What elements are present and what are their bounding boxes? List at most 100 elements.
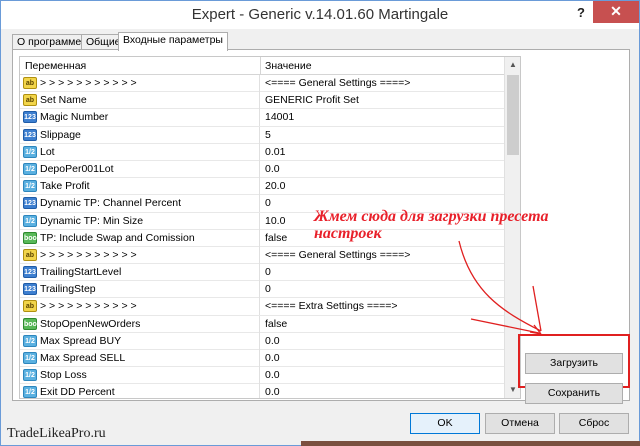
table-row[interactable]: 123 TrailingStep 0 [20, 281, 504, 299]
parameter-name-cell[interactable]: 1/2 Exit DD Percent [20, 384, 260, 399]
table-row[interactable]: ab > > > > > > > > > > > <==== Extra Setti… [20, 298, 504, 316]
save-button[interactable]: Сохранить [525, 383, 623, 404]
parameter-name-cell[interactable]: ab > > > > > > > > > > > [20, 75, 260, 92]
table-row[interactable]: 1/2 DepoPer001Lot 0.0 [20, 160, 504, 179]
string-type-icon: ab [23, 94, 37, 107]
parameter-name: Slippage [40, 128, 81, 141]
annotation-line-1: Жмем сюда для загрузки пресета [314, 208, 549, 225]
parameter-name-cell[interactable]: ab > > > > > > > > > > > [20, 298, 260, 316]
parameter-name: Max Spread BUY [40, 334, 122, 347]
double-type-icon: 1/2 [23, 162, 37, 175]
cancel-button[interactable]: Отмена [485, 413, 555, 434]
table-row[interactable]: 1/2 Exit DD Percent 0.0 [20, 384, 504, 399]
parameter-value-cell[interactable]: 0.0 [261, 384, 504, 398]
parameter-name: Magic Number [40, 111, 109, 124]
parameter-value-cell[interactable]: 0 [261, 264, 504, 281]
parameter-value-cell[interactable]: 0.0 [261, 367, 504, 384]
parameter-value-cell[interactable]: 0.0 [261, 161, 504, 178]
expert-properties-dialog: Expert - Generic v.14.01.60 Martingale ?… [0, 0, 640, 446]
parameter-value-cell[interactable]: <==== Extra Settings ====> [261, 298, 504, 315]
column-header-variable[interactable]: Переменная [25, 60, 86, 72]
table-row[interactable]: 123 TrailingStartLevel 0 [20, 264, 504, 282]
parameter-name: TrailingStep [40, 283, 96, 296]
help-button[interactable]: ? [573, 5, 589, 23]
watermark-text: TradeLikeaPro.ru [7, 426, 106, 441]
parameter-name-cell[interactable]: 123 Magic Number [20, 109, 260, 127]
parameter-name: Exit DD Percent [40, 386, 115, 399]
parameter-name-cell[interactable]: 1/2 DepoPer001Lot [20, 160, 260, 178]
parameter-value-cell[interactable]: 0.0 [261, 333, 504, 350]
table-row[interactable]: ab > > > > > > > > > > > <==== General Set… [20, 246, 504, 265]
reset-button[interactable]: Сброс [559, 413, 629, 434]
double-type-icon: 1/2 [23, 145, 37, 158]
parameter-name-cell[interactable]: 1/2 Lot [20, 143, 260, 161]
parameter-name: > > > > > > > > > > > [40, 77, 137, 89]
parameter-value-cell[interactable]: 0 [261, 281, 504, 298]
table-row[interactable]: 123 Slippage 5 [20, 126, 504, 144]
parameter-value-cell[interactable]: 5 [261, 127, 504, 144]
parameter-name-cell[interactable]: bool StopOpenNewOrders [20, 315, 260, 333]
parameter-name: Take Profit [40, 180, 90, 193]
grid-header: Переменная Значение [20, 57, 504, 75]
table-row[interactable]: 123 Magic Number 14001 [20, 109, 504, 127]
parameter-name-cell[interactable]: 1/2 Dynamic TP: Min Size [20, 212, 260, 230]
table-row[interactable]: bool StopOpenNewOrders false [20, 315, 504, 333]
double-type-icon: 1/2 [23, 352, 37, 364]
table-row[interactable]: 1/2 Max Spread SELL 0.0 [20, 350, 504, 368]
table-row[interactable]: 1/2 Stop Loss 0.0 [20, 367, 504, 385]
tab-inputs[interactable]: Входные параметры [118, 32, 228, 51]
annotation-text: Жмем сюда для загрузки пресета настроек [314, 208, 634, 242]
title-bar[interactable]: Expert - Generic v.14.01.60 Martingale ?… [1, 1, 639, 29]
parameter-name-cell[interactable]: ab Set Name [20, 92, 260, 110]
integer-type-icon: 123 [23, 128, 37, 141]
parameter-value-cell[interactable]: 20.0 [261, 178, 504, 195]
parameter-name-cell[interactable]: 1/2 Max Spread BUY [20, 332, 260, 350]
parameter-value-cell[interactable]: <==== General Settings ====> [261, 75, 504, 92]
parameter-name: Stop Loss [40, 369, 87, 382]
parameter-name-cell[interactable]: 123 TrailingStep [20, 281, 260, 299]
table-row[interactable]: 1/2 Lot 0.01 [20, 143, 504, 161]
parameter-value-cell[interactable]: <==== General Settings ====> [261, 247, 504, 264]
integer-type-icon: 123 [23, 266, 37, 279]
load-button[interactable]: Загрузить [525, 353, 623, 374]
tab-about[interactable]: О программе [12, 34, 87, 50]
parameter-name: > > > > > > > > > > > [40, 300, 137, 313]
parameter-name-cell[interactable]: ab > > > > > > > > > > > [20, 246, 260, 264]
parameter-name: Lot [40, 145, 55, 158]
boolean-type-icon: bool [23, 317, 39, 330]
scroll-thumb[interactable] [507, 75, 519, 155]
integer-type-icon: 123 [23, 197, 37, 210]
ok-button[interactable]: OK [410, 413, 480, 434]
annotation-line-2: настроек [314, 225, 382, 242]
parameter-name-cell[interactable]: bool TP: Include Swap and Comission [20, 229, 260, 247]
column-header-value[interactable]: Значение [265, 60, 312, 72]
integer-type-icon: 123 [23, 111, 37, 124]
table-row[interactable]: ab > > > > > > > > > > > <==== General Set… [20, 75, 504, 93]
parameter-name: TrailingStartLevel [40, 266, 122, 279]
string-type-icon: ab [23, 300, 37, 313]
parameter-name-cell[interactable]: 1/2 Max Spread SELL [20, 350, 260, 367]
parameter-value-cell[interactable]: false [261, 316, 504, 333]
integer-type-icon: 123 [23, 283, 37, 296]
parameter-value-cell[interactable]: 0.01 [261, 144, 504, 161]
scroll-up-arrow-icon[interactable]: ▲ [505, 57, 520, 73]
string-type-icon: ab [23, 77, 37, 89]
double-type-icon: 1/2 [23, 334, 37, 347]
table-row[interactable]: 1/2 Take Profit 20.0 [20, 178, 504, 196]
parameter-name-cell[interactable]: 123 Dynamic TP: Channel Percent [20, 195, 260, 213]
parameter-name: Dynamic TP: Min Size [40, 214, 144, 227]
parameter-name: Max Spread SELL [40, 352, 126, 364]
parameter-name-cell[interactable]: 123 TrailingStartLevel [20, 264, 260, 282]
close-button[interactable]: ✕ [593, 1, 639, 23]
column-divider[interactable] [260, 57, 261, 75]
double-type-icon: 1/2 [23, 386, 37, 398]
parameter-value-cell[interactable]: 0.0 [261, 350, 504, 367]
table-row[interactable]: ab Set Name GENERIC Profit Set [20, 92, 504, 110]
parameter-name-cell[interactable]: 123 Slippage [20, 126, 260, 144]
parameter-name-cell[interactable]: 1/2 Stop Loss [20, 367, 260, 385]
parameter-value-cell[interactable]: GENERIC Profit Set [261, 92, 504, 109]
parameter-name-cell[interactable]: 1/2 Take Profit [20, 178, 260, 196]
parameter-value-cell[interactable]: 14001 [261, 109, 504, 126]
double-type-icon: 1/2 [23, 180, 37, 193]
table-row[interactable]: 1/2 Max Spread BUY 0.0 [20, 332, 504, 350]
